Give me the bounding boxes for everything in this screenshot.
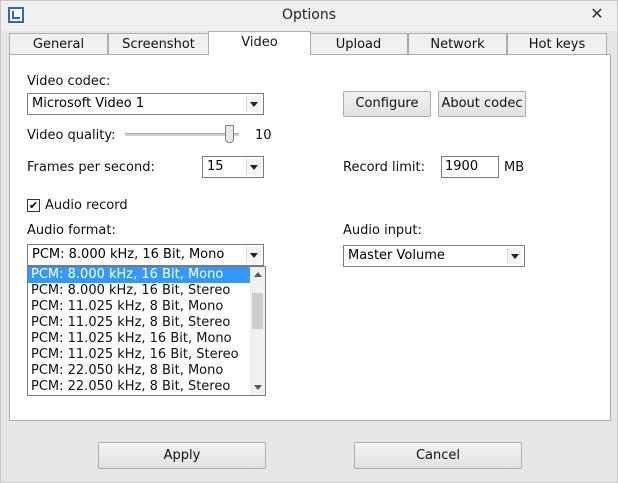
audio-format-select[interactable]: PCM: 8.000 kHz, 16 Bit, Mono [27,244,264,266]
video-codec-select[interactable]: Microsoft Video 1 [27,93,264,115]
fps-select[interactable]: 15 [202,156,264,178]
scroll-thumb[interactable] [252,293,263,329]
list-item[interactable]: PCM: 11.025 kHz, 8 Bit, Stereo [28,315,265,331]
audio-record-checkbox[interactable]: ✔ [27,199,40,212]
record-limit-unit: MB [504,160,525,175]
video-codec-value: Microsoft Video 1 [32,96,145,111]
audio-format-value: PCM: 8.000 kHz, 16 Bit, Mono [32,247,225,262]
fps-value: 15 [207,159,224,174]
list-item[interactable]: PCM: 8.000 kHz, 16 Bit, Stereo [28,283,265,299]
about-codec-button[interactable]: About codec [438,91,526,117]
audio-format-options: PCM: 8.000 kHz, 16 Bit, Mono PCM: 8.000 k… [28,267,265,395]
video-quality-value: 10 [255,128,272,143]
list-item[interactable]: PCM: 22.050 kHz, 8 Bit, Mono [28,363,265,379]
fps-label: Frames per second: [27,160,155,175]
record-limit-label: Record limit: [343,160,426,175]
chevron-down-icon[interactable] [246,247,261,263]
video-quality-slider[interactable] [125,133,239,136]
audio-format-dropdown-list[interactable]: PCM: 8.000 kHz, 16 Bit, Mono PCM: 8.000 k… [27,266,266,396]
chevron-down-icon[interactable] [246,159,261,175]
list-item[interactable]: PCM: 8.000 kHz, 16 Bit, Mono [28,267,265,283]
list-item[interactable]: PCM: 22.050 kHz, 8 Bit, Stereo [28,379,265,395]
audio-input-label: Audio input: [343,223,422,238]
audio-format-label: Audio format: [27,223,116,238]
scroll-down-icon[interactable] [250,380,265,395]
options-window: Options ✕ General Screenshot Video Uploa… [0,0,618,483]
chevron-down-icon[interactable] [246,96,261,112]
list-item[interactable]: PCM: 11.025 kHz, 16 Bit, Mono [28,331,265,347]
audio-input-value: Master Volume [348,248,445,263]
record-limit-input[interactable]: 1900 [441,156,499,178]
audio-input-select[interactable]: Master Volume [343,245,525,267]
list-item[interactable]: PCM: 11.025 kHz, 16 Bit, Stereo [28,347,265,363]
list-item[interactable]: PCM: 11.025 kHz, 8 Bit, Mono [28,299,265,315]
audio-record-label[interactable]: Audio record [45,198,128,213]
configure-button[interactable]: Configure [343,91,431,117]
video-codec-label: Video codec: [27,74,111,89]
panel-content: Video codec: Microsoft Video 1 Configure… [1,1,617,482]
scroll-up-icon[interactable] [250,267,265,282]
video-quality-label: Video quality: [27,128,116,143]
slider-thumb[interactable] [225,125,234,143]
scrollbar[interactable] [250,267,265,395]
chevron-down-icon[interactable] [507,248,522,264]
